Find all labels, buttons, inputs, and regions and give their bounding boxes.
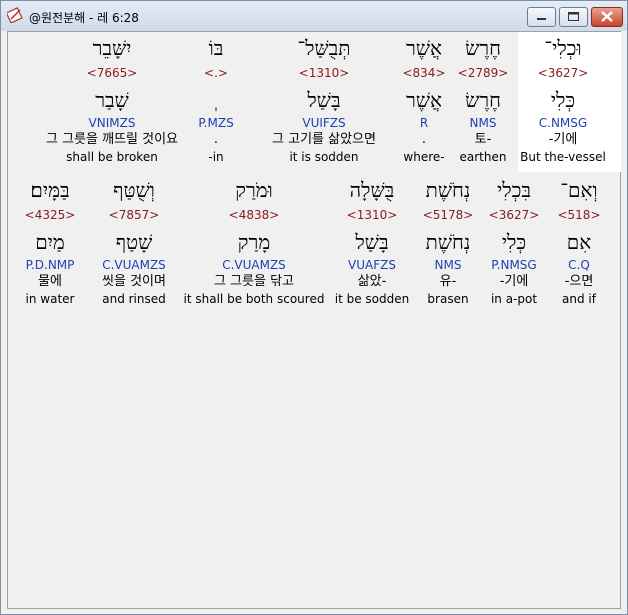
korean-gloss: 물에 <box>38 274 62 289</box>
lemma-word: ְ <box>186 88 246 112</box>
korean-gloss: -기에 <box>548 132 578 147</box>
lemma-word: מַיִם <box>35 230 65 254</box>
english-gloss: and if <box>562 292 596 306</box>
hebrew-word[interactable]: אֲשֶׁר <box>394 36 454 60</box>
morph-code: VUIFZS <box>302 116 346 130</box>
strong-number[interactable]: <2789> <box>453 66 513 80</box>
morph-code: P.NMSG <box>491 258 537 272</box>
hebrew-word[interactable]: בִּכְלִי <box>479 178 549 202</box>
korean-gloss: 토- <box>474 132 492 147</box>
lemma-word: נְחֹשֶׁת <box>425 230 471 254</box>
hebrew-word[interactable]: וְאִם־ <box>549 178 609 202</box>
strong-number[interactable]: <3627> <box>513 66 613 80</box>
strong-number[interactable]: <4325> <box>10 208 90 222</box>
title-bar[interactable]: @원전분해 - 레 6:28 <box>1 1 627 31</box>
close-button[interactable] <box>591 7 623 27</box>
strong-number[interactable]: <834> <box>394 66 454 80</box>
english-gloss: earthen <box>459 150 507 164</box>
lemma-word: בָּשַׁל <box>307 88 341 112</box>
maximize-icon <box>568 12 579 21</box>
lemma-word: אֲשֶׁר <box>406 88 442 112</box>
korean-gloss: -기에 <box>499 274 529 289</box>
main-window: @원전분해 - 레 6:28 יִשָּׁבֵר <7665> שָׁבַר VNIM… <box>0 0 628 615</box>
minimize-icon <box>537 18 546 20</box>
minimize-button[interactable] <box>527 7 556 27</box>
morph-code: VUAFZS <box>348 258 396 272</box>
lemma-word: בָּשַׁל <box>355 230 389 254</box>
morph-code: VNIMZS <box>88 116 136 130</box>
strong-number[interactable]: <518> <box>549 208 609 222</box>
app-icon <box>5 7 23 24</box>
morph-code: P.D.NMP <box>25 258 75 272</box>
strong-number[interactable]: <7665> <box>17 66 207 80</box>
morph-code: P.MZS <box>198 116 234 130</box>
lemma-word: אִם <box>566 230 592 254</box>
english-gloss: shall be broken <box>66 150 158 164</box>
hebrew-word[interactable]: תְּבֻשַּׁל־ <box>254 36 394 60</box>
english-gloss: where- <box>403 150 445 164</box>
lemma-word: כְּלִי <box>550 88 576 112</box>
strong-number[interactable]: <1310> <box>317 208 427 222</box>
hebrew-word[interactable]: בַּמָּיִם׃ <box>10 178 90 202</box>
morph-code: C.NMSG <box>538 116 588 130</box>
korean-gloss: . <box>421 132 427 147</box>
english-gloss: But the-vessel <box>520 150 606 164</box>
hebrew-word[interactable]: חֶרֶשׂ <box>453 36 513 60</box>
lemma-word: שָׁבַר <box>95 88 129 112</box>
english-gloss: it is sodden <box>289 150 359 164</box>
strong-number[interactable]: <1310> <box>254 66 394 80</box>
english-gloss: it be sodden <box>334 292 410 306</box>
morph-code: NMS <box>434 258 462 272</box>
strong-number[interactable]: <.> <box>186 66 246 80</box>
hebrew-word[interactable]: וּכְלִי־ <box>513 36 613 60</box>
korean-gloss: . <box>213 132 219 147</box>
parsing-panel: יִשָּׁבֵר <7665> שָׁבַר VNIMZS 그 그릇을 깨뜨릴 것이요… <box>7 31 621 609</box>
strong-number[interactable]: <5178> <box>418 208 478 222</box>
hebrew-word[interactable]: יִשָּׁבֵר <box>17 36 207 60</box>
strong-number[interactable]: <3627> <box>479 208 549 222</box>
hebrew-word[interactable]: נְחֹשֶׁת <box>418 178 478 202</box>
lemma-word: כְּלִי <box>501 230 527 254</box>
window-title: @원전분해 - 레 6:28 <box>29 11 139 25</box>
hebrew-word[interactable]: בֻּשָּׁלָה <box>317 178 427 202</box>
english-gloss: brasen <box>427 292 469 306</box>
morph-code: NMS <box>469 116 497 130</box>
english-gloss: in a-pot <box>490 292 538 306</box>
korean-gloss: -으면 <box>564 274 594 289</box>
korean-gloss: 그 그릇을 깨뜨릴 것이요 <box>46 132 178 147</box>
korean-gloss: 유- <box>439 274 457 289</box>
close-icon <box>601 11 613 22</box>
hebrew-word[interactable]: בּוֹ <box>186 36 246 60</box>
morph-code: R <box>419 116 429 130</box>
english-gloss: -in <box>208 150 224 164</box>
korean-gloss: 그 고기를 삶았으면 <box>272 132 376 147</box>
english-gloss: in water <box>25 292 75 306</box>
maximize-button[interactable] <box>559 7 588 27</box>
lemma-word: חֶרֶשׂ <box>465 88 501 112</box>
korean-gloss: 삶았- <box>357 274 387 289</box>
morph-code: C.Q <box>568 258 590 272</box>
